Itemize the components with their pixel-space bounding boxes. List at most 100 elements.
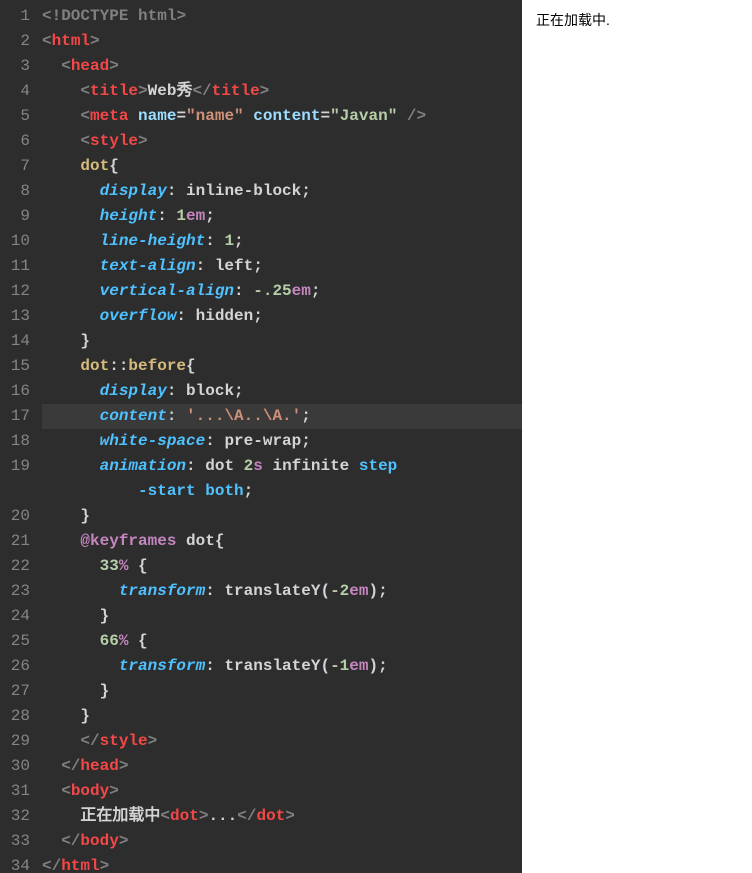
- code-token: -.25: [253, 282, 291, 300]
- line-number: 6: [0, 129, 30, 154]
- code-line[interactable]: <meta name="name" content="Javan" />: [42, 104, 522, 129]
- code-area[interactable]: <!DOCTYPE html><html> <head> <title>Web秀…: [40, 0, 522, 873]
- code-token: ::: [109, 357, 128, 375]
- code-line[interactable]: <body>: [42, 779, 522, 804]
- code-line[interactable]: @keyframes dot{: [42, 529, 522, 554]
- code-token: pre-wrap: [224, 432, 301, 450]
- code-token: </: [61, 832, 80, 850]
- line-number: 24: [0, 604, 30, 629]
- code-token: dot: [176, 532, 214, 550]
- code-token: ;: [253, 307, 263, 325]
- code-line[interactable]: overflow: hidden;: [42, 304, 522, 329]
- code-token: >: [109, 57, 119, 75]
- code-token: >: [109, 782, 119, 800]
- code-token: <: [61, 782, 71, 800]
- code-token: animation: [100, 457, 186, 475]
- code-line[interactable]: vertical-align: -.25em;: [42, 279, 522, 304]
- code-token: </: [237, 807, 256, 825]
- code-token: ;: [234, 232, 244, 250]
- code-line[interactable]: animation: dot 2s infinite step: [42, 454, 522, 479]
- line-number: 20: [0, 504, 30, 529]
- code-line[interactable]: line-height: 1;: [42, 229, 522, 254]
- line-number: 18: [0, 429, 30, 454]
- code-token: >: [138, 132, 148, 150]
- code-line[interactable]: </head>: [42, 754, 522, 779]
- code-line[interactable]: text-align: left;: [42, 254, 522, 279]
- code-token: [244, 107, 254, 125]
- code-token: -2: [330, 582, 349, 600]
- code-token: '...\A..\A.': [186, 407, 301, 425]
- line-number: 7: [0, 154, 30, 179]
- line-number: 21: [0, 529, 30, 554]
- code-token: -start: [138, 482, 196, 500]
- code-token: dot: [170, 807, 199, 825]
- code-token: {: [109, 157, 119, 175]
- line-number: 26: [0, 654, 30, 679]
- code-token: :: [167, 182, 186, 200]
- code-token: :: [205, 432, 224, 450]
- code-line[interactable]: 66% {: [42, 629, 522, 654]
- line-number: 16: [0, 379, 30, 404]
- code-line[interactable]: <!DOCTYPE html>: [42, 4, 522, 29]
- code-token: :: [186, 457, 205, 475]
- code-token: line-height: [100, 232, 206, 250]
- code-token: @: [80, 532, 90, 550]
- code-token: =: [320, 107, 330, 125]
- code-token: );: [368, 657, 387, 675]
- code-token: {: [215, 532, 225, 550]
- code-line[interactable]: <html>: [42, 29, 522, 54]
- line-number: 22: [0, 554, 30, 579]
- code-line[interactable]: content: '...\A..\A.';: [42, 404, 522, 429]
- code-line[interactable]: }: [42, 504, 522, 529]
- code-token: display: [100, 382, 167, 400]
- line-number: 30: [0, 754, 30, 779]
- line-number: 29: [0, 729, 30, 754]
- line-number: 31: [0, 779, 30, 804]
- code-line[interactable]: </body>: [42, 829, 522, 854]
- code-token: left: [215, 257, 253, 275]
- code-line[interactable]: }: [42, 329, 522, 354]
- code-token: block: [186, 382, 234, 400]
- code-line[interactable]: }: [42, 679, 522, 704]
- code-line[interactable]: 33% {: [42, 554, 522, 579]
- code-line[interactable]: 正在加载中<dot>...</dot>: [42, 804, 522, 829]
- line-number: [0, 479, 30, 504]
- code-token: text-align: [100, 257, 196, 275]
- code-token: body: [71, 782, 109, 800]
- code-line[interactable]: <style>: [42, 129, 522, 154]
- code-token: transform: [119, 582, 205, 600]
- code-token: :: [176, 307, 195, 325]
- code-token: html: [138, 7, 176, 25]
- code-line[interactable]: }: [42, 704, 522, 729]
- code-line[interactable]: -start both;: [42, 479, 522, 504]
- code-line[interactable]: <head>: [42, 54, 522, 79]
- code-token: :: [234, 282, 253, 300]
- code-line[interactable]: }: [42, 604, 522, 629]
- code-line[interactable]: dot::before{: [42, 354, 522, 379]
- code-line[interactable]: white-space: pre-wrap;: [42, 429, 522, 454]
- code-line[interactable]: display: inline-block;: [42, 179, 522, 204]
- code-token: );: [368, 582, 387, 600]
- code-token: dot: [205, 457, 243, 475]
- code-line[interactable]: height: 1em;: [42, 204, 522, 229]
- code-line[interactable]: dot{: [42, 154, 522, 179]
- code-token: :: [167, 407, 186, 425]
- line-number: 3: [0, 54, 30, 79]
- code-editor-pane[interactable]: 1234567891011121314151617181920212223242…: [0, 0, 522, 873]
- code-token: ;: [234, 382, 244, 400]
- code-line[interactable]: <title>Web秀</title>: [42, 79, 522, 104]
- code-token: inline-block: [186, 182, 301, 200]
- line-number: 4: [0, 79, 30, 104]
- code-token: 33: [100, 557, 119, 575]
- code-line[interactable]: </html>: [42, 854, 522, 873]
- code-token: infinite: [263, 457, 359, 475]
- code-token: overflow: [100, 307, 177, 325]
- code-token: ;: [244, 482, 254, 500]
- code-token: :: [196, 257, 215, 275]
- code-line[interactable]: display: block;: [42, 379, 522, 404]
- code-token: <: [80, 107, 90, 125]
- code-line[interactable]: transform: translateY(-1em);: [42, 654, 522, 679]
- code-line[interactable]: transform: translateY(-2em);: [42, 579, 522, 604]
- code-line[interactable]: </style>: [42, 729, 522, 754]
- code-token: }: [80, 332, 90, 350]
